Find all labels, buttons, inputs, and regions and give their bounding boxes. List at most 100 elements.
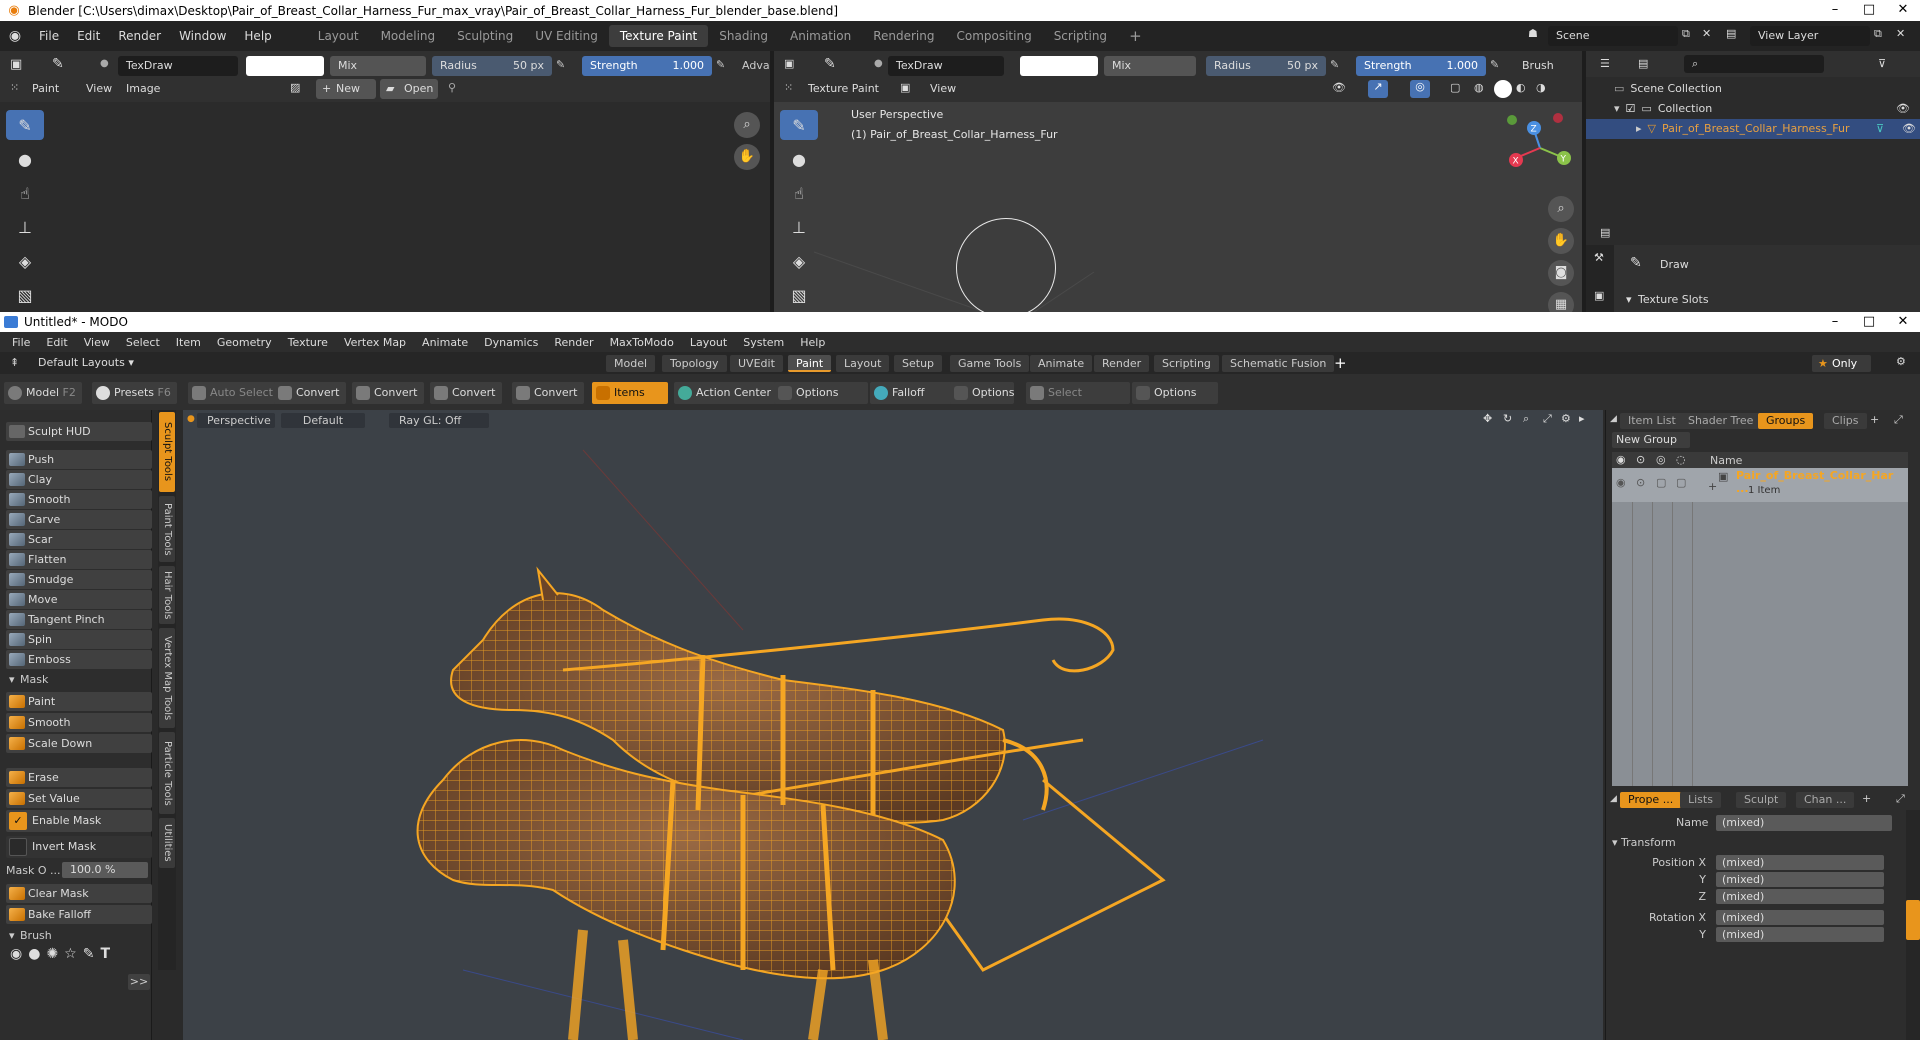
workspace-modeling[interactable]: Modeling <box>370 25 447 47</box>
mode-select[interactable]: Paint <box>32 82 59 95</box>
mask-set-value[interactable]: Set Value <box>6 789 152 808</box>
brush-menu[interactable]: Brush <box>1522 59 1554 72</box>
mask-section-header[interactable]: ▾ Mask <box>6 672 152 688</box>
workspace-animation[interactable]: Animation <box>779 25 862 47</box>
viewport-strength-field[interactable]: Strength 1.000 <box>1356 56 1486 76</box>
new-scene-icon[interactable]: ⧉ <box>1682 27 1690 41</box>
strength-field[interactable]: Strength 1.000 <box>582 56 712 76</box>
xray-icon[interactable]: ▢ <box>1450 81 1460 94</box>
clear-mask-button[interactable]: Clear Mask <box>6 884 152 903</box>
viewport-editor-type-icon[interactable]: ▣ <box>784 57 794 70</box>
workspace-sculpting[interactable]: Sculpting <box>446 25 524 47</box>
prop-side-tab-active[interactable] <box>1906 900 1920 940</box>
viewport-move-icon[interactable]: ✥ <box>1483 412 1492 425</box>
view-layer-selector[interactable]: View Layer <box>1750 26 1870 46</box>
select-through-button[interactable]: Select Through <box>1026 382 1130 421</box>
viewport-pan-icon[interactable]: ✋ <box>1548 228 1574 254</box>
image-editor-canvas[interactable]: ✎ ● ☝ ⊥ ◈ ▧ ⌕ ✋ <box>0 102 770 312</box>
add-workspace-button[interactable]: + <box>1118 25 1153 47</box>
tab-render[interactable]: Render <box>1094 355 1150 372</box>
group-lock-icon[interactable]: ⊙ <box>1636 476 1645 489</box>
viewport-mode-select[interactable]: Texture Paint <box>808 82 879 95</box>
workspace-compositing[interactable]: Compositing <box>945 25 1042 47</box>
viewport-view-select[interactable]: Perspective <box>197 413 275 428</box>
delete-scene-icon[interactable]: ✕ <box>1702 27 1711 40</box>
tool-flatten[interactable]: Flatten <box>6 550 152 569</box>
tab-shader-tree[interactable]: Shader Tree <box>1680 413 1762 429</box>
only-toggle[interactable]: ★ Only <box>1812 355 1872 372</box>
new-image-button[interactable]: + New <box>316 79 376 99</box>
workspace-uv-editing[interactable]: UV Editing <box>524 25 609 47</box>
rotation-y-field[interactable]: (mixed) <box>1716 927 1884 942</box>
view-menu[interactable]: View <box>86 82 112 95</box>
tab-schematic-fusion[interactable]: Schematic Fusion <box>1222 355 1335 372</box>
outliner-editor-icon[interactable]: ☰ <box>1600 57 1610 70</box>
mask-toggle-icon[interactable]: ▣ <box>900 81 910 94</box>
side-tab-sculpt-tools[interactable]: Sculpt Tools <box>159 412 175 492</box>
viewport-radius-field[interactable]: Radius 50 px <box>1206 56 1326 76</box>
brush-text-icon[interactable]: T <box>100 946 110 968</box>
viewport-menu-dot-icon[interactable]: ● <box>187 414 195 424</box>
advanced-menu[interactable]: Adva <box>742 59 770 72</box>
brush-hard-icon[interactable]: ● <box>28 946 40 968</box>
object-expand-icon[interactable]: ▸ <box>1636 122 1642 135</box>
smear-tool-icon[interactable]: ☝ <box>6 178 44 208</box>
tool-emboss[interactable]: Emboss <box>6 650 152 669</box>
options-button-3[interactable]: Options <box>1132 382 1218 404</box>
viewport-draw-tool-icon[interactable]: ✎ <box>780 110 818 140</box>
modo-menu-render[interactable]: Render <box>546 336 601 349</box>
texture-slots-label[interactable]: Texture Slots <box>1638 293 1709 306</box>
viewport-brush-name[interactable]: TexDraw <box>888 56 1004 76</box>
open-image-button[interactable]: ▰ Open <box>380 79 438 99</box>
viewport-settings-icon[interactable]: ⚙ <box>1561 412 1571 425</box>
mask-tool-icon[interactable]: ▧ <box>6 280 44 310</box>
rendered-shading-icon[interactable]: ◑ <box>1536 81 1546 94</box>
properties-editor-icon[interactable]: ▤ <box>1600 226 1610 239</box>
modo-menu-edit[interactable]: Edit <box>38 336 75 349</box>
brush-name-field[interactable]: TexDraw <box>118 56 238 76</box>
viewport-blend-select[interactable]: Mix <box>1104 56 1196 76</box>
tool-move[interactable]: Move <box>6 590 152 609</box>
close-icon[interactable]: ✕ <box>1886 0 1920 21</box>
workspace-rendering[interactable]: Rendering <box>862 25 945 47</box>
tab-lists[interactable]: Lists <box>1680 792 1721 808</box>
mask-paint[interactable]: Paint <box>6 692 152 711</box>
convert-vertices-button[interactable]: Convert <box>274 382 346 404</box>
tab-sculpt[interactable]: Sculpt <box>1736 792 1787 808</box>
radius-field[interactable]: Radius 50 px <box>432 56 552 76</box>
mask-smooth[interactable]: Smooth <box>6 713 152 732</box>
tool-clay[interactable]: Clay <box>6 470 152 489</box>
viewport-rotate-icon[interactable]: ↻ <box>1503 412 1512 425</box>
soften-tool-icon[interactable]: ● <box>6 144 44 174</box>
visibility-column-icon[interactable]: ◉ <box>1616 453 1626 466</box>
tab-model[interactable]: Model <box>606 355 656 372</box>
menu-file[interactable]: File <box>30 29 68 43</box>
minimize-icon[interactable]: – <box>1818 0 1852 21</box>
viewport-zoom-icon[interactable]: ⌕ <box>1523 412 1529 426</box>
tool-tab-icon[interactable]: ⚒ <box>1594 251 1604 264</box>
raygl-toggle[interactable]: Ray GL: Off <box>389 413 489 428</box>
texture-slots-expand-icon[interactable]: ▾ <box>1626 293 1632 306</box>
pin-icon[interactable]: ⚲ <box>448 81 456 94</box>
menu-help[interactable]: Help <box>235 29 280 43</box>
modo-3d-viewport[interactable]: ● Perspective Default Ray GL: Off ✥ ↻ ⌕ … <box>183 410 1603 1040</box>
workspace-scripting[interactable]: Scripting <box>1043 25 1118 47</box>
position-x-field[interactable]: (mixed) <box>1716 855 1884 870</box>
settings-gear-icon[interactable]: ⚙ <box>1896 355 1906 368</box>
modo-minimize-icon[interactable]: – <box>1818 312 1852 333</box>
tab-item-list[interactable]: Item List <box>1620 413 1684 429</box>
tab-groups[interactable]: Groups <box>1758 413 1814 429</box>
editor-type-icon[interactable]: ▣ <box>10 57 22 72</box>
viewport-strength-pressure-icon[interactable]: ✎ <box>1490 58 1499 71</box>
name-column-header[interactable]: Name <box>1710 454 1742 467</box>
object-row[interactable]: ▸ ▽ Pair_of_Breast_Collar_Harness_Fur ⊽ 👁 <box>1586 119 1920 139</box>
side-tab-vertex-map-tools[interactable]: Vertex Map Tools <box>159 628 175 728</box>
brush-soft-icon[interactable]: ◉ <box>10 946 22 968</box>
delete-view-layer-icon[interactable]: ✕ <box>1896 27 1905 40</box>
add-panel-tab-icon[interactable]: + <box>1870 413 1879 426</box>
gizmo-toggle-icon[interactable]: ↗ <box>1368 80 1388 98</box>
side-tab-utilities[interactable]: Utilities <box>159 818 175 868</box>
tab-properties[interactable]: Prope ... <box>1620 792 1682 808</box>
modo-menu-system[interactable]: System <box>735 336 792 349</box>
tab-scripting[interactable]: Scripting <box>1154 355 1219 372</box>
